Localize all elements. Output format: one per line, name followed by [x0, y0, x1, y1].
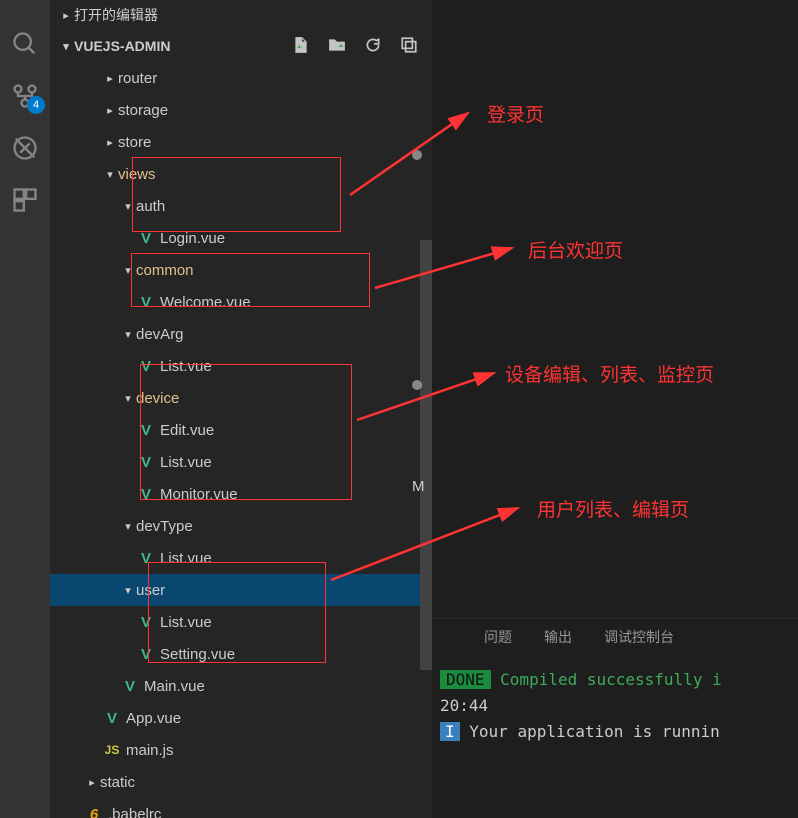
file-login[interactable]: VLogin.vue	[50, 222, 432, 254]
file-babelrc[interactable]: 6.babelrc	[50, 798, 432, 818]
vue-icon: V	[136, 294, 156, 311]
new-folder-icon[interactable]	[328, 36, 346, 57]
vue-icon: V	[136, 614, 156, 631]
collapse-all-icon[interactable]	[400, 36, 418, 57]
tab-debug-console[interactable]: 调试控制台	[604, 627, 674, 647]
folder-user[interactable]: ▾user	[50, 574, 432, 606]
folder-static[interactable]: ▸static	[50, 766, 432, 798]
project-name: VUEJS-ADMIN	[74, 38, 170, 54]
open-editors-header[interactable]: ▸ 打开的编辑器	[50, 0, 432, 30]
search-icon[interactable]	[11, 30, 39, 58]
vue-icon: V	[136, 550, 156, 567]
folder-device[interactable]: ▾device	[50, 382, 432, 414]
file-main-js[interactable]: JSmain.js	[50, 734, 432, 766]
editor-dot	[412, 150, 422, 160]
folder-devtype[interactable]: ▾devType	[50, 510, 432, 542]
activity-bar: 4	[0, 0, 50, 818]
file-devtype-list[interactable]: VList.vue	[50, 542, 432, 574]
file-monitor[interactable]: VMonitor.vue	[50, 478, 432, 510]
vue-icon: V	[136, 230, 156, 247]
chevron-right-icon: ▸	[58, 9, 74, 22]
terminal-time: 20:44	[440, 693, 798, 719]
scm-badge: 4	[27, 96, 45, 114]
project-header[interactable]: ▾ VUEJS-ADMIN	[50, 30, 432, 62]
tab-output[interactable]: 输出	[544, 627, 572, 647]
folder-store[interactable]: ▸store	[50, 126, 432, 158]
js-icon: JS	[102, 743, 122, 757]
folder-router[interactable]: ▸router	[50, 62, 432, 94]
bottom-panel: 问题 输出 调试控制台 DONE Compiled successfully i…	[432, 618, 798, 818]
info-badge: I	[440, 722, 460, 741]
done-badge: DONE	[440, 670, 491, 689]
debug-icon[interactable]	[11, 134, 39, 162]
vue-icon: V	[136, 358, 156, 375]
editor-area: M	[432, 0, 798, 618]
vue-icon: V	[120, 678, 140, 695]
folder-storage[interactable]: ▸storage	[50, 94, 432, 126]
babel-icon: 6	[84, 806, 104, 818]
file-tree: ▸router ▸storage ▸store ▾views ▾auth VLo…	[50, 62, 432, 818]
editor-modified-indicator: M	[412, 478, 425, 495]
section-label: 打开的编辑器	[74, 5, 158, 25]
chevron-down-icon: ▾	[58, 40, 74, 53]
editor-dot	[412, 380, 422, 390]
terminal-line: Compiled successfully i	[491, 670, 722, 689]
file-edit[interactable]: VEdit.vue	[50, 414, 432, 446]
file-user-list[interactable]: VList.vue	[50, 606, 432, 638]
explorer-sidebar: ▸ 打开的编辑器 ▾ VUEJS-ADMIN ▸router ▸storage …	[50, 0, 432, 818]
folder-devarg[interactable]: ▾devArg	[50, 318, 432, 350]
vue-icon: V	[102, 710, 122, 727]
terminal-output: DONE Compiled successfully i 20:44 I You…	[432, 655, 798, 745]
vue-icon: V	[136, 486, 156, 503]
extensions-icon[interactable]	[11, 186, 39, 214]
vue-icon: V	[136, 422, 156, 439]
new-file-icon[interactable]	[292, 36, 310, 57]
file-device-list[interactable]: VList.vue	[50, 446, 432, 478]
panel-tabs: 问题 输出 调试控制台	[432, 619, 798, 655]
vue-icon: V	[136, 646, 156, 663]
folder-auth[interactable]: ▾auth	[50, 190, 432, 222]
annotation-label-user: 用户列表、编辑页	[537, 495, 689, 522]
annotation-label-welcome: 后台欢迎页	[528, 236, 623, 263]
annotation-label-login: 登录页	[487, 100, 544, 127]
source-control-icon[interactable]: 4	[11, 82, 39, 110]
vue-icon: V	[136, 454, 156, 471]
terminal-line: Your application is runnin	[460, 722, 720, 741]
file-setting[interactable]: VSetting.vue	[50, 638, 432, 670]
file-app-vue[interactable]: VApp.vue	[50, 702, 432, 734]
tab-problems[interactable]: 问题	[484, 627, 512, 647]
refresh-icon[interactable]	[364, 36, 382, 57]
file-welcome[interactable]: VWelcome.vue	[50, 286, 432, 318]
file-devarg-list[interactable]: VList.vue	[50, 350, 432, 382]
annotation-label-device: 设备编辑、列表、监控页	[505, 360, 714, 387]
folder-common[interactable]: ▾common	[50, 254, 432, 286]
file-main-vue[interactable]: VMain.vue	[50, 670, 432, 702]
folder-views[interactable]: ▾views	[50, 158, 432, 190]
scrollbar-thumb[interactable]	[420, 240, 432, 670]
